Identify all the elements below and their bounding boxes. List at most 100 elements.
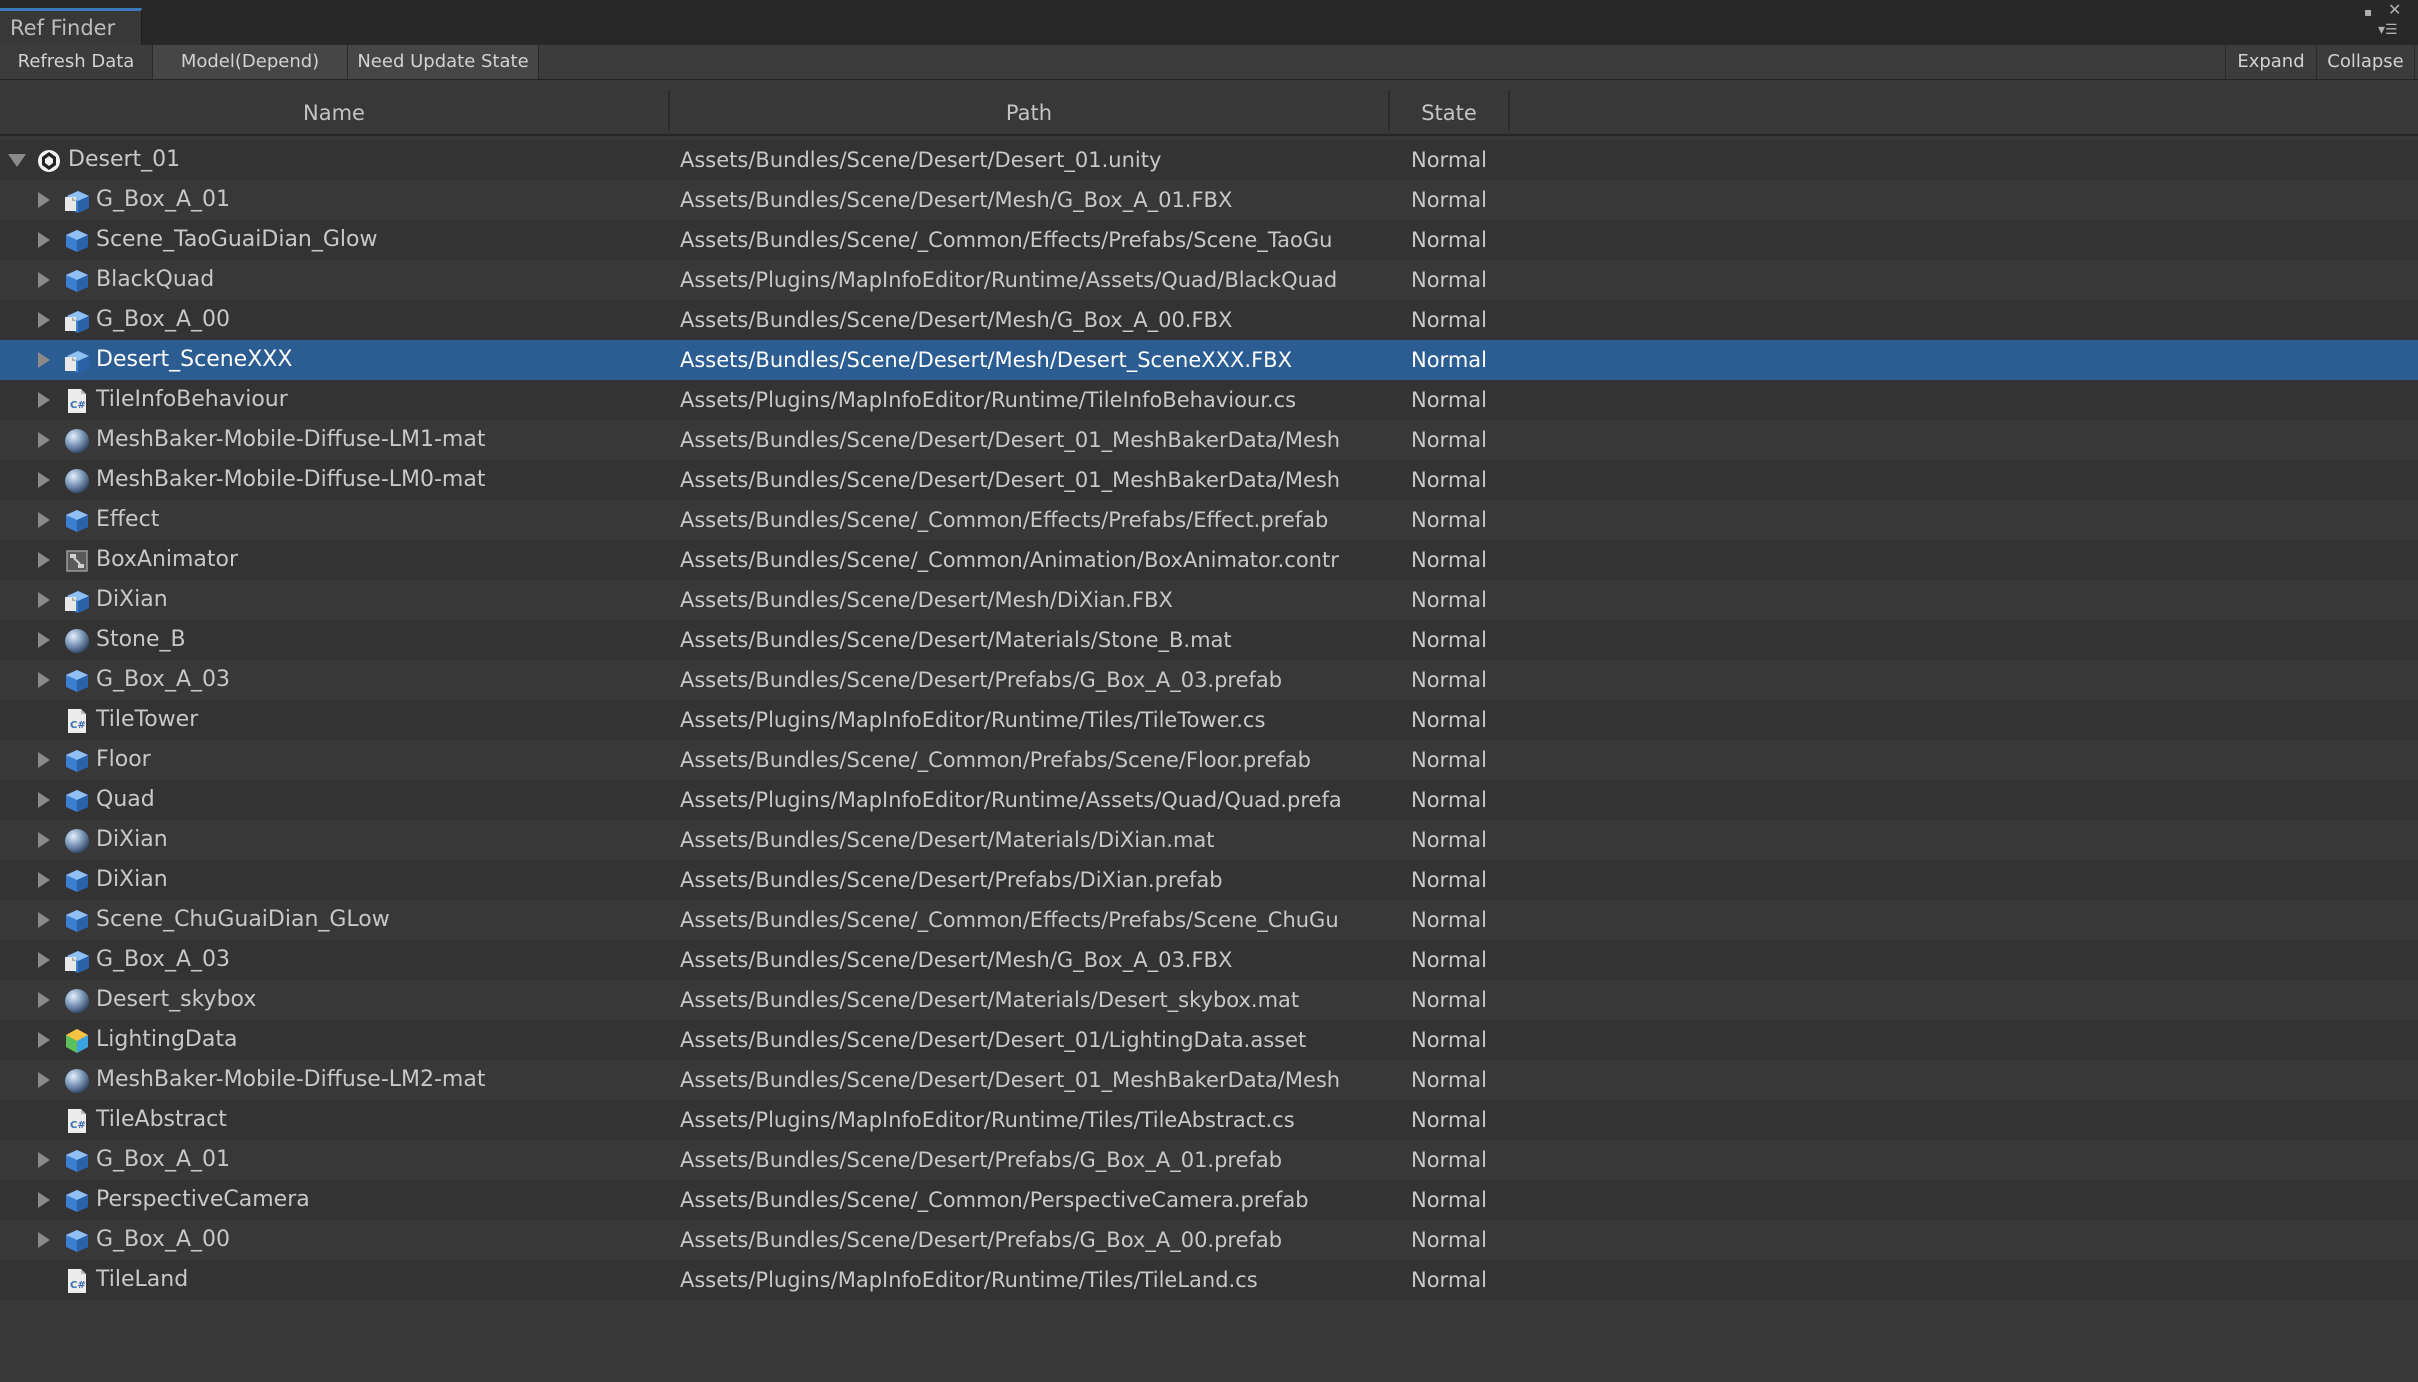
table-row[interactable]: MeshBaker-Mobile-Diffuse-LM0-mat Assets/B… [0,460,2418,500]
table-row[interactable]: Desert_SceneXXX Assets/Bundles/Scene/Dese… [0,340,2418,380]
close-icon[interactable]: ✕ [2388,2,2401,18]
expand-arrow-icon[interactable] [38,632,50,648]
table-row[interactable]: DiXian Assets/Bundles/Scene/Desert/Prefab… [0,860,2418,900]
table-row[interactable]: Scene_TaoGuaiDian_Glow Assets/Bundles/Sce… [0,220,2418,260]
model-icon [64,348,90,374]
row-state: Normal [1411,508,1487,532]
expand-arrow-icon[interactable] [38,672,50,688]
row-name: DiXian [96,867,168,892]
expand-arrow-icon[interactable] [38,912,50,928]
svg-text:C#: C# [70,720,86,731]
table-row[interactable]: MeshBaker-Mobile-Diffuse-LM2-mat Assets/B… [0,1060,2418,1100]
table-row[interactable]: Stone_B Assets/Bundles/Scene/Desert/Mater… [0,620,2418,660]
table-row[interactable]: C# TileTower Assets/Plugins/MapInfoEditor/… [0,700,2418,740]
expand-arrow-icon[interactable] [38,1072,50,1088]
column-resize-handle[interactable] [1508,90,1510,130]
column-state-header[interactable]: State [1390,86,1508,134]
table-row[interactable]: Desert_skybox Assets/Bundles/Scene/Desert… [0,980,2418,1020]
table-row[interactable]: Effect Assets/Bundles/Scene/_Common/Effec… [0,500,2418,540]
table-row[interactable]: LightingData Assets/Bundles/Scene/Desert/… [0,1020,2418,1060]
prefab-icon [64,748,90,774]
expand-arrow-icon[interactable] [38,1152,50,1168]
expand-arrow-icon[interactable] [38,792,50,808]
need-update-state-button[interactable]: Need Update State [348,45,539,79]
table-row[interactable]: G_Box_A_01 Assets/Bundles/Scene/Desert/Me… [0,180,2418,220]
context-menu-icon[interactable]: ▾☰ [2378,22,2398,38]
expand-button[interactable]: Expand [2225,45,2317,79]
expand-arrow-icon[interactable] [38,232,50,248]
table-row[interactable]: BoxAnimator Assets/Bundles/Scene/_Common/… [0,540,2418,580]
prefab-icon [64,508,90,534]
table-row[interactable]: DiXian Assets/Bundles/Scene/Desert/Materi… [0,820,2418,860]
expand-arrow-icon[interactable] [38,272,50,288]
refresh-data-button[interactable]: Refresh Data [0,45,153,79]
unity-scene-icon [36,148,62,174]
window-tab-strip: Ref Finder ▪ ✕ ▾☰ [0,0,2418,45]
table-row[interactable]: Floor Assets/Bundles/Scene/_Common/Prefab… [0,740,2418,780]
expand-arrow-icon[interactable] [38,1192,50,1208]
material-sphere-icon [64,468,90,494]
table-row[interactable]: Desert_01 Assets/Bundles/Scene/Desert/Des… [0,140,2418,180]
mode-model-depend-button[interactable]: Model(Depend) [153,45,348,79]
expand-arrow-icon[interactable] [38,192,50,208]
table-row[interactable]: BlackQuad Assets/Plugins/MapInfoEditor/Ru… [0,260,2418,300]
table-row[interactable]: PerspectiveCamera Assets/Bundles/Scene/_C… [0,1180,2418,1220]
collapse-button[interactable]: Collapse [2317,45,2415,79]
row-path: Assets/Bundles/Scene/_Common/Effects/Pre… [680,228,1333,252]
expand-arrow-icon[interactable] [38,392,50,408]
expand-arrow-icon[interactable] [38,832,50,848]
row-state: Normal [1411,988,1487,1012]
expand-arrow-icon[interactable] [38,992,50,1008]
row-state: Normal [1411,308,1487,332]
expand-arrow-icon[interactable] [38,1232,50,1248]
expand-arrow-icon[interactable] [38,752,50,768]
row-state: Normal [1411,948,1487,972]
row-name: G_Box_A_01 [96,187,230,212]
table-row[interactable]: G_Box_A_01 Assets/Bundles/Scene/Desert/Pr… [0,1140,2418,1180]
expand-arrow-icon[interactable] [38,352,50,368]
table-row[interactable]: Quad Assets/Plugins/MapInfoEditor/Runtime… [0,780,2418,820]
expand-arrow-icon[interactable] [38,432,50,448]
row-state: Normal [1411,708,1487,732]
expand-arrow-icon[interactable] [38,592,50,608]
expand-arrow-icon[interactable] [38,472,50,488]
tab-ref-finder[interactable]: Ref Finder [0,8,142,45]
table-row[interactable]: G_Box_A_03 Assets/Bundles/Scene/Desert/Pr… [0,660,2418,700]
row-state: Normal [1411,188,1487,212]
table-row[interactable]: DiXian Assets/Bundles/Scene/Desert/Mesh/D… [0,580,2418,620]
expand-arrow-open-icon[interactable] [8,154,26,167]
expand-arrow-icon[interactable] [38,1032,50,1048]
row-state: Normal [1411,908,1487,932]
table-row[interactable]: Scene_ChuGuaiDian_GLow Assets/Bundles/Sce… [0,900,2418,940]
row-name: Scene_TaoGuaiDian_Glow [96,227,378,252]
material-sphere-icon [64,988,90,1014]
row-name: Desert_skybox [96,987,257,1012]
table-row[interactable]: C# TileInfoBehaviour Assets/Plugins/MapInf… [0,380,2418,420]
table-row[interactable]: G_Box_A_03 Assets/Bundles/Scene/Desert/Me… [0,940,2418,980]
table-row[interactable]: G_Box_A_00 Assets/Bundles/Scene/Desert/Me… [0,300,2418,340]
svg-text:C#: C# [70,1120,86,1131]
row-state: Normal [1411,588,1487,612]
row-name: DiXian [96,587,168,612]
maximize-icon[interactable]: ▪ [2364,4,2372,20]
row-path: Assets/Bundles/Scene/_Common/Animation/B… [680,548,1339,572]
row-name: Stone_B [96,627,186,652]
row-name: Floor [96,747,151,772]
expand-arrow-icon[interactable] [38,952,50,968]
expand-arrow-icon[interactable] [38,552,50,568]
expand-arrow-icon[interactable] [38,872,50,888]
expand-arrow-icon[interactable] [38,312,50,328]
table-row[interactable]: MeshBaker-Mobile-Diffuse-LM1-mat Assets/B… [0,420,2418,460]
column-path-header[interactable]: Path [670,86,1388,134]
column-name-header[interactable]: Name [0,86,668,134]
table-row[interactable]: C# TileLand Assets/Plugins/MapInfoEditor/R… [0,1260,2418,1300]
row-name: G_Box_A_00 [96,307,230,332]
row-path: Assets/Bundles/Scene/Desert/Mesh/DiXian.… [680,588,1173,612]
table-row[interactable]: C# TileAbstract Assets/Plugins/MapInfoEdit… [0,1100,2418,1140]
table-row[interactable]: G_Box_A_00 Assets/Bundles/Scene/Desert/Pr… [0,1220,2418,1260]
row-path: Assets/Bundles/Scene/Desert/Mesh/G_Box_A… [680,188,1233,212]
row-state: Normal [1411,388,1487,412]
row-name: Scene_ChuGuaiDian_GLow [96,907,390,932]
prefab-icon [64,1228,90,1254]
expand-arrow-icon[interactable] [38,512,50,528]
